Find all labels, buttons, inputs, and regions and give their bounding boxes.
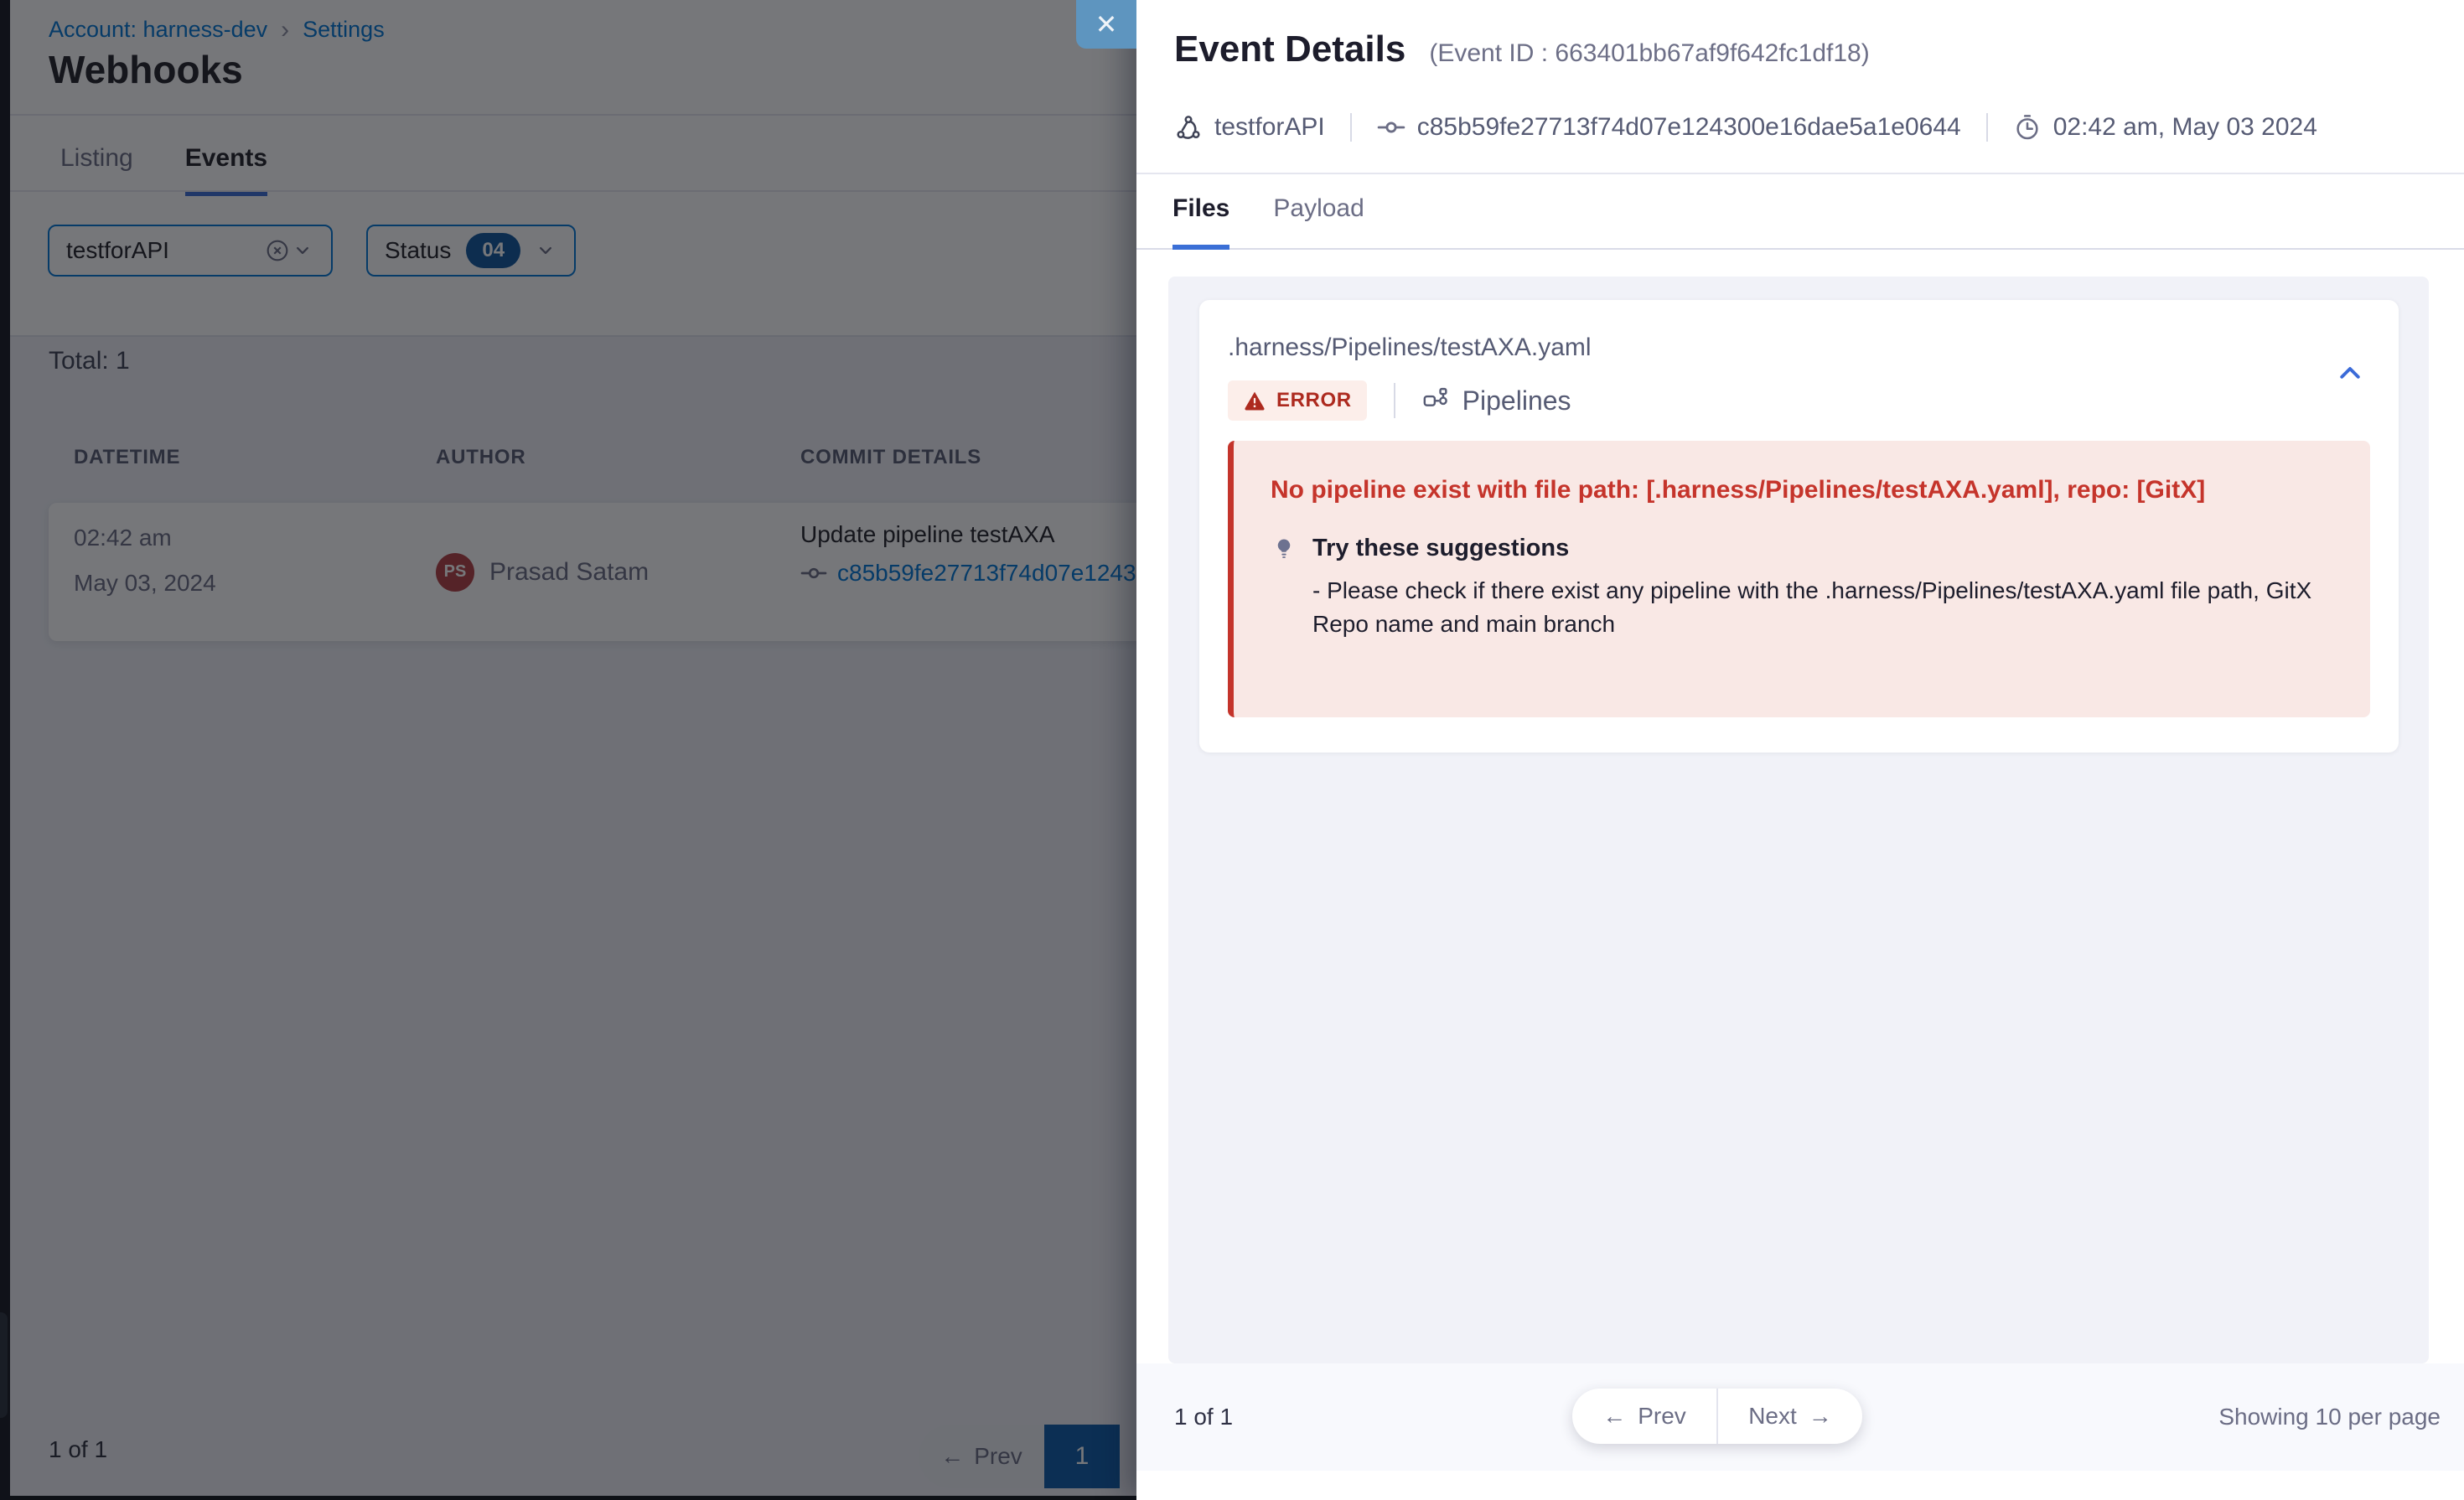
next-arrow-icon: → bbox=[1809, 1403, 1832, 1430]
webhook-icon bbox=[1174, 113, 1203, 142]
file-status-row: ERROR Pipeline bbox=[1228, 380, 1571, 421]
drawer-next-button[interactable]: Next → bbox=[1716, 1389, 1862, 1444]
suggestion-title: Try these suggestions bbox=[1312, 535, 1569, 562]
webhook-meta: testforAPI bbox=[1174, 113, 1325, 142]
modal-dim-overlay[interactable] bbox=[0, 0, 1136, 1500]
webhooks-page: Account: harness-dev › Settings Webhooks… bbox=[0, 0, 2464, 1500]
files-panel: .harness/Pipelines/testAXA.yaml ERROR bbox=[1168, 277, 2429, 1363]
drawer-next-label: Next bbox=[1748, 1403, 1797, 1430]
file-path: .harness/Pipelines/testAXA.yaml bbox=[1228, 334, 1592, 362]
event-details-drawer: ✕ Event Details (Event ID : 663401bb67af… bbox=[1136, 0, 2464, 1500]
error-title: No pipeline exist with file path: [.harn… bbox=[1271, 476, 2337, 504]
error-message-box: No pipeline exist with file path: [.harn… bbox=[1228, 441, 2370, 717]
event-timestamp: 02:42 am, May 03 2024 bbox=[2053, 113, 2317, 142]
drawer-prev-label: Prev bbox=[1638, 1403, 1686, 1430]
tab-payload[interactable]: Payload bbox=[1273, 173, 1364, 250]
drawer-header: Event Details (Event ID : 663401bb67af9f… bbox=[1174, 28, 1870, 70]
entity-label: Pipelines bbox=[1462, 385, 1571, 416]
timestamp-meta: 02:42 am, May 03 2024 bbox=[1986, 113, 2317, 142]
event-id-label: (Event ID : 663401bb67af9f642fc1df18) bbox=[1429, 39, 1869, 68]
file-card: .harness/Pipelines/testAXA.yaml ERROR bbox=[1199, 300, 2399, 753]
drawer-title: Event Details bbox=[1174, 28, 1405, 70]
clock-icon bbox=[2013, 113, 2042, 142]
entity-type: Pipelines bbox=[1422, 385, 1571, 416]
drawer-tabs: Files Payload bbox=[1172, 173, 1364, 250]
chevron-up-icon[interactable] bbox=[2335, 360, 2365, 382]
commit-icon bbox=[1377, 113, 1405, 142]
commit-meta: c85b59fe27713f74d07e124300e16dae5a1e0644 bbox=[1350, 113, 1961, 142]
event-meta-row: testforAPI c85b59fe27713f74d07e124300e16… bbox=[1174, 102, 2317, 153]
lightbulb-icon bbox=[1271, 535, 1297, 562]
tab-files[interactable]: Files bbox=[1172, 173, 1229, 250]
drawer-pagination-bar: 1 of 1 ← Prev Next → Showing 10 per page bbox=[1136, 1363, 2464, 1471]
suggestion-body: - Please check if there exist any pipeli… bbox=[1312, 574, 2337, 641]
suggestion-header: Try these suggestions bbox=[1271, 535, 2337, 562]
vertical-divider bbox=[1394, 383, 1395, 418]
warning-icon bbox=[1243, 389, 1266, 412]
error-badge-label: ERROR bbox=[1276, 389, 1352, 412]
drawer-page-count-label: 1 of 1 bbox=[1174, 1404, 1233, 1430]
pipelines-icon bbox=[1422, 386, 1451, 415]
close-icon[interactable]: ✕ bbox=[1076, 0, 1136, 49]
drawer-pager: ← Prev Next → bbox=[1572, 1389, 1862, 1444]
drawer-prev-button[interactable]: ← Prev bbox=[1572, 1389, 1716, 1444]
event-commit-sha: c85b59fe27713f74d07e124300e16dae5a1e0644 bbox=[1417, 113, 1961, 142]
error-status-badge: ERROR bbox=[1228, 380, 1367, 421]
per-page-label: Showing 10 per page bbox=[2218, 1404, 2441, 1430]
webhook-name: testforAPI bbox=[1214, 113, 1325, 142]
prev-arrow-icon: ← bbox=[1602, 1403, 1626, 1430]
